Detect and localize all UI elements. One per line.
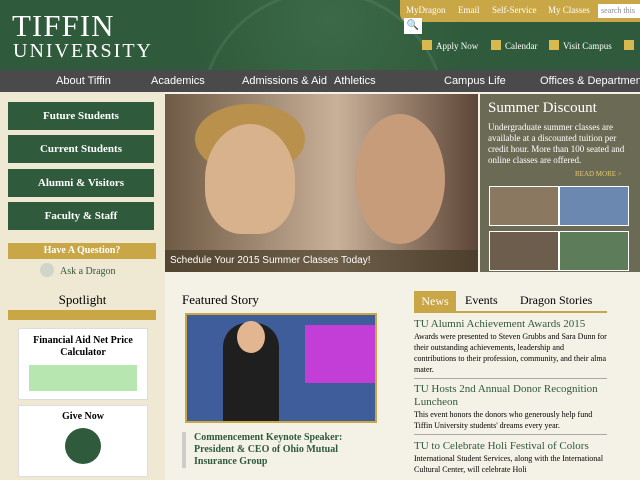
- news-item[interactable]: TU Alumni Achievement Awards 2015 Awards…: [414, 318, 607, 375]
- discount-text: Undergraduate summer classes are availab…: [488, 122, 625, 165]
- visit-campus-link[interactable]: Visit Campus: [563, 41, 612, 51]
- future-students-button[interactable]: Future Students: [8, 102, 154, 130]
- news-item[interactable]: TU to Celebrate Holi Festival of Colors …: [414, 440, 607, 475]
- slide-thumb-1[interactable]: [489, 186, 559, 226]
- nav-academics[interactable]: Academics: [151, 75, 205, 87]
- mydragon-link[interactable]: MyDragon: [406, 5, 446, 15]
- featured-image[interactable]: [185, 313, 377, 423]
- search-input[interactable]: search this: [598, 4, 640, 18]
- tab-underline: [414, 311, 607, 313]
- slide-thumb-4[interactable]: [559, 231, 629, 271]
- slide-thumb-3[interactable]: [489, 231, 559, 271]
- tab-events[interactable]: Events: [465, 293, 498, 308]
- discount-title[interactable]: Summer Discount: [488, 100, 597, 117]
- net-price-calculator-label: Financial Aid Net Price Calculator: [33, 335, 133, 358]
- nav-admissions[interactable]: Admissions & Aid: [242, 75, 327, 87]
- dragon-logo-icon: [65, 428, 101, 464]
- nav-athletics[interactable]: Athletics: [334, 75, 376, 87]
- apply-icon: [422, 40, 432, 50]
- my-classes-link[interactable]: My Classes: [548, 5, 590, 15]
- star-icon: [549, 40, 559, 50]
- spotlight-heading: Spotlight: [58, 292, 107, 307]
- search-icon[interactable]: 🔍: [404, 18, 422, 34]
- nav-offices[interactable]: Offices & Departments: [540, 75, 640, 87]
- news-body: Awards were presented to Steven Grubbs a…: [414, 332, 607, 374]
- news-tabs: News Events Dragon Stories: [414, 291, 607, 313]
- hero-face: [205, 124, 295, 234]
- main-nav: About Tiffin Academics Admissions & Aid …: [0, 70, 640, 92]
- give-now-card[interactable]: Give Now: [18, 405, 148, 477]
- stage-screen: [305, 325, 375, 383]
- news-body: International Student Services, along wi…: [414, 454, 604, 474]
- tab-dragon-stories[interactable]: Dragon Stories: [520, 293, 592, 308]
- news-body: This event honors the donors who generou…: [414, 410, 593, 430]
- news-title[interactable]: TU Hosts 2nd Annual Donor Recognition Lu…: [414, 383, 607, 409]
- ask-dragon-link[interactable]: Ask a Dragon: [60, 266, 116, 277]
- spotlight-up-arrow[interactable]: [8, 310, 156, 320]
- nav-about[interactable]: About Tiffin: [56, 75, 111, 87]
- card-icon: [624, 40, 634, 50]
- news-title[interactable]: TU Alumni Achievement Awards 2015: [414, 318, 607, 331]
- site-header: TIFFIN UNIVERSITY MyDragon Email Self-Se…: [0, 0, 640, 236]
- net-price-calculator-card[interactable]: Financial Aid Net Price Calculator: [18, 328, 148, 400]
- self-service-link[interactable]: Self-Service: [492, 5, 536, 15]
- calendar-icon: [491, 40, 501, 50]
- featured-caption[interactable]: Commencement Keynote Speaker: President …: [182, 432, 372, 468]
- news-item[interactable]: TU Hosts 2nd Annual Donor Recognition Lu…: [414, 383, 607, 431]
- tab-news[interactable]: News: [414, 291, 456, 311]
- calendar-link[interactable]: Calendar: [505, 41, 537, 51]
- current-students-button[interactable]: Current Students: [8, 135, 154, 163]
- dragon-icon: [40, 263, 54, 277]
- faculty-staff-button[interactable]: Faculty & Staff: [8, 202, 154, 230]
- hero-face-2: [355, 114, 445, 244]
- divider: [414, 434, 607, 435]
- apply-now-link[interactable]: Apply Now: [436, 41, 478, 51]
- logo-line2[interactable]: UNIVERSITY: [13, 40, 153, 63]
- hero-image[interactable]: Schedule Your 2015 Summer Classes Today!: [165, 94, 478, 272]
- hero-banner[interactable]: Schedule Your 2015 Summer Classes Today!: [165, 250, 478, 272]
- calculator-icon: [29, 365, 137, 391]
- question-button[interactable]: Have A Question?: [8, 243, 156, 259]
- read-more-link[interactable]: READ MORE >: [575, 170, 622, 178]
- logo-line1[interactable]: TIFFIN: [12, 8, 114, 44]
- slide-thumb-2[interactable]: [559, 186, 629, 226]
- featured-heading: Featured Story: [182, 292, 259, 307]
- speaker-head: [237, 321, 265, 353]
- email-link[interactable]: Email: [458, 5, 480, 15]
- alumni-visitors-button[interactable]: Alumni & Visitors: [8, 169, 154, 197]
- nav-campus-life[interactable]: Campus Life: [444, 75, 506, 87]
- divider: [414, 378, 607, 379]
- news-title[interactable]: TU to Celebrate Holi Festival of Colors: [414, 440, 607, 453]
- give-now-label: Give Now: [62, 411, 104, 422]
